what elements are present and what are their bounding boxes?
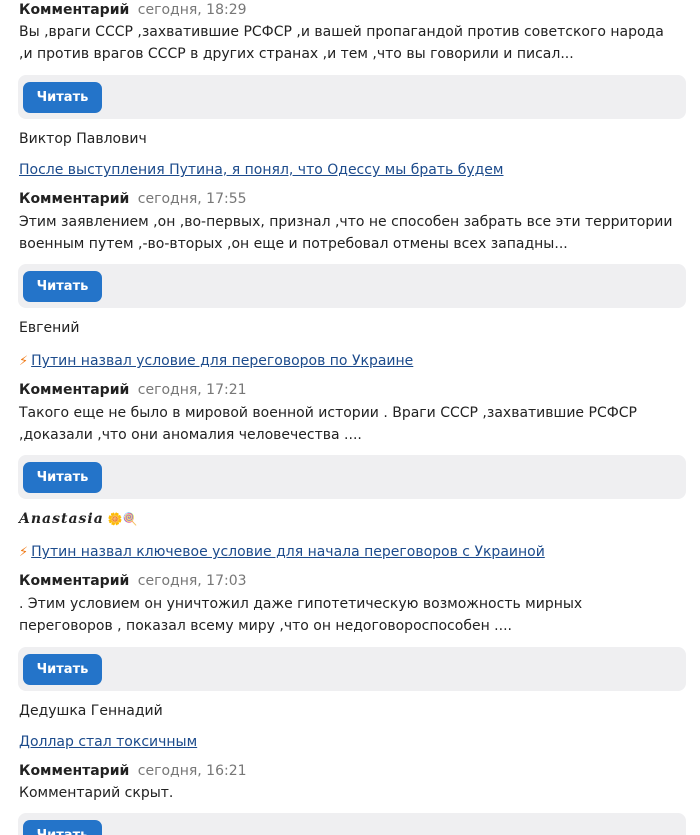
comment-author[interactable]: Anastasia 🌼🍭 [19, 510, 138, 528]
article-link[interactable]: ⚡ Путин назвал ключевое условие для начал… [19, 543, 545, 562]
article-link-text: Путин назвал ключевое условие для начала… [31, 544, 545, 560]
author-name: Anastasia [19, 511, 104, 527]
read-button[interactable]: Читать [23, 82, 102, 113]
comment-meta: Комментарий сегодня, 17:03 [19, 572, 247, 590]
comment-time: сегодня, 16:21 [137, 763, 247, 779]
comment-text: Вы ,враги СССР ,захватившие РСФСР ,и ваш… [19, 24, 664, 62]
read-button[interactable]: Читать [23, 462, 102, 493]
comment-label: Комментарий [19, 191, 130, 207]
comment-time: сегодня, 17:21 [137, 382, 247, 398]
article-link[interactable]: Доллар стал токсичным [19, 733, 197, 751]
comment-time: сегодня, 18:29 [137, 2, 247, 18]
comment-author[interactable]: Дедушка Геннадий [19, 702, 163, 720]
article-link-text: Путин назвал условие для переговоров по … [31, 353, 414, 369]
comment-meta: Комментарий сегодня, 17:55 [19, 190, 247, 208]
comment-text: Этим заявлением ,он ,во-первых, признал … [19, 214, 673, 252]
comment-action-bar: Читать [18, 813, 686, 835]
comment-action-bar: Читать [18, 455, 686, 499]
lightning-icon: ⚡ [19, 545, 29, 560]
comment-time: сегодня, 17:55 [137, 191, 247, 207]
comment-action-bar: Читать [18, 75, 686, 119]
comment-meta: Комментарий сегодня, 18:29 [19, 1, 247, 19]
comment-action-bar: Читать [18, 647, 686, 691]
comment-label: Комментарий [19, 763, 130, 779]
comment-label: Комментарий [19, 382, 130, 398]
comment-label: Комментарий [19, 573, 130, 589]
comment-meta: Комментарий сегодня, 16:21 [19, 762, 247, 780]
comment-time: сегодня, 17:03 [137, 573, 247, 589]
comment-author[interactable]: Виктор Павлович [19, 130, 147, 148]
comment-meta: Комментарий сегодня, 17:21 [19, 381, 247, 399]
read-button[interactable]: Читать [23, 820, 102, 835]
article-link[interactable]: После выступления Путина, я понял, что О… [19, 161, 503, 179]
comment-action-bar: Читать [18, 264, 686, 308]
read-button[interactable]: Читать [23, 654, 102, 685]
comment-feed: Комментарий сегодня, 18:29 Вы ,враги ССС… [0, 0, 700, 835]
lightning-icon: ⚡ [19, 354, 29, 369]
author-emoji-icon: 🌼🍭 [107, 512, 138, 526]
comment-author[interactable]: Евгений [19, 319, 79, 337]
comment-text: . Этим условием он уничтожил даже гипоте… [19, 596, 583, 634]
read-button[interactable]: Читать [23, 271, 102, 302]
comment-text: Такого еще не было в мировой военной ист… [19, 405, 637, 443]
comment-text: Комментарий скрыт. [19, 785, 174, 801]
comment-label: Комментарий [19, 2, 130, 18]
article-link[interactable]: ⚡ Путин назвал условие для переговоров по… [19, 352, 413, 371]
